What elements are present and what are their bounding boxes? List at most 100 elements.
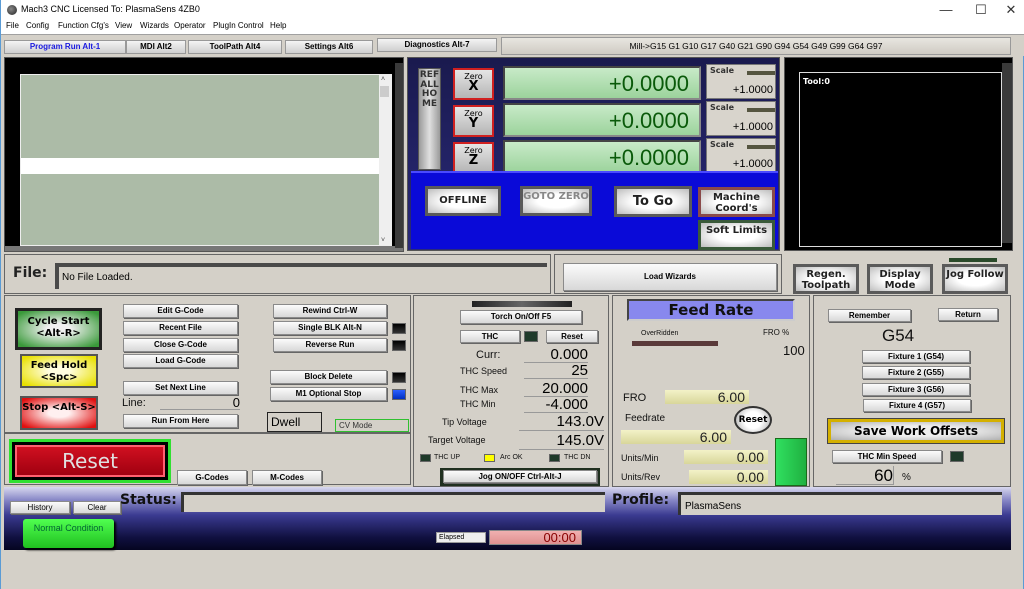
thc-dn-label: THC DN bbox=[564, 454, 591, 461]
dro-z-value[interactable]: +0.0000 bbox=[503, 140, 701, 174]
goto-zero-button[interactable]: GOTO ZERO bbox=[520, 186, 592, 216]
scroll-up-icon[interactable]: ˄ bbox=[381, 76, 385, 83]
thc-min-value[interactable]: -4.000 bbox=[524, 396, 588, 413]
profile-label: Profile: bbox=[612, 492, 670, 508]
elapsed-time: 00:00 bbox=[489, 530, 582, 545]
thc-reset-button[interactable]: Reset bbox=[546, 330, 598, 343]
menu-plugin-control[interactable]: PlugIn Control bbox=[213, 21, 264, 30]
line-number-field[interactable]: 0 bbox=[160, 395, 240, 410]
menu-file[interactable]: File bbox=[6, 21, 19, 30]
thc-led bbox=[524, 331, 538, 342]
close-button[interactable]: ✕ bbox=[996, 2, 1024, 18]
offline-button[interactable]: OFFLINE bbox=[425, 186, 501, 216]
scale-z-value[interactable]: +1.0000 bbox=[733, 158, 773, 170]
window-title: Mach3 CNC Licensed To: PlasmaSens 4ZB0 bbox=[21, 4, 200, 14]
tab-program-run[interactable]: Program Run Alt-1 bbox=[4, 40, 126, 54]
tab-diagnostics[interactable]: Diagnostics Alt-7 bbox=[377, 38, 497, 52]
gcode-display-frame: ˄ ˅ bbox=[4, 57, 404, 252]
feed-reset-button[interactable]: Reset bbox=[734, 406, 772, 434]
menu-function-cfgs[interactable]: Function Cfg's bbox=[58, 21, 109, 30]
stop-button[interactable]: Stop <Alt-S> bbox=[20, 396, 98, 430]
file-label: File: bbox=[13, 265, 48, 281]
reverse-run-button[interactable]: Reverse Run bbox=[273, 338, 387, 352]
ref-all-home-label: REF ALL HOME bbox=[419, 70, 440, 109]
target-voltage-value[interactable]: 145.0V bbox=[519, 432, 604, 450]
scroll-thumb[interactable] bbox=[380, 86, 389, 97]
torch-led bbox=[472, 301, 572, 307]
block-delete-button[interactable]: Block Delete bbox=[270, 370, 387, 384]
jog-toggle-button[interactable]: Jog ON/OFF Ctrl-Alt-J bbox=[443, 470, 597, 483]
to-go-button[interactable]: To Go bbox=[614, 186, 692, 217]
soft-limits-button[interactable]: Soft Limits bbox=[698, 220, 775, 250]
edit-gcode-button[interactable]: Edit G-Code bbox=[123, 304, 238, 318]
menu-wizards[interactable]: Wizards bbox=[140, 21, 169, 30]
menu-help[interactable]: Help bbox=[270, 21, 286, 30]
feedrate-value[interactable]: 6.00 bbox=[621, 430, 731, 444]
dro-y-value[interactable]: +0.0000 bbox=[503, 103, 701, 137]
cycle-start-button[interactable]: Cycle Start <Alt-R> bbox=[15, 308, 102, 350]
load-wizards-button[interactable]: Load Wizards bbox=[563, 263, 777, 291]
thc-panel: Torch On/Off F5 THC Reset Curr: 0.000 TH… bbox=[413, 295, 609, 487]
tab-mdi[interactable]: MDI Alt2 bbox=[126, 40, 186, 54]
feed-hold-button[interactable]: Feed Hold <Spc> bbox=[20, 354, 98, 388]
tab-toolpath[interactable]: ToolPath Alt4 bbox=[188, 40, 282, 54]
menu-operator[interactable]: Operator bbox=[174, 21, 206, 30]
fro-value[interactable]: 6.00 bbox=[665, 390, 749, 404]
thc-min-speed-button[interactable]: THC Min Speed bbox=[832, 450, 942, 463]
clear-button[interactable]: Clear bbox=[73, 501, 121, 514]
save-work-offsets-button[interactable]: Save Work Offsets bbox=[828, 419, 1004, 443]
set-next-line-button[interactable]: Set Next Line bbox=[123, 381, 238, 395]
mcodes-button[interactable]: M-Codes bbox=[252, 470, 322, 485]
close-gcode-button[interactable]: Close G-Code bbox=[123, 338, 238, 352]
history-button[interactable]: History bbox=[10, 501, 70, 514]
dro-controls-area: OFFLINE GOTO ZERO To Go Machine Coord's … bbox=[411, 171, 778, 250]
fixture-1-button[interactable]: Fixture 1 (G54) bbox=[862, 350, 970, 363]
maximize-button[interactable]: ☐ bbox=[966, 2, 996, 18]
regen-toolpath-button[interactable]: Regen. Toolpath bbox=[793, 264, 859, 294]
gcode-listing[interactable]: ˄ ˅ bbox=[20, 74, 392, 246]
fixture-4-button[interactable]: Fixture 4 (G57) bbox=[863, 399, 971, 412]
load-gcode-button[interactable]: Load G-Code bbox=[123, 354, 238, 368]
torch-button[interactable]: Torch On/Off F5 bbox=[460, 310, 582, 324]
zero-y-button[interactable]: Zero Y bbox=[453, 105, 494, 137]
gcodes-button[interactable]: G-Codes bbox=[177, 470, 247, 485]
machine-coords-button[interactable]: Machine Coord's bbox=[698, 187, 775, 217]
thc-dn-led bbox=[549, 454, 560, 462]
fro-percent-label: FRO % bbox=[763, 328, 790, 337]
profile-value: PlasmaSens bbox=[678, 492, 1002, 515]
menu-view[interactable]: View bbox=[115, 21, 132, 30]
ref-all-home-button[interactable]: REF ALL HOME bbox=[418, 68, 441, 170]
thc-button[interactable]: THC bbox=[460, 330, 520, 343]
current-offset: G54 bbox=[882, 326, 915, 345]
scale-x-value[interactable]: +1.0000 bbox=[733, 84, 773, 96]
dro-x-value[interactable]: +0.0000 bbox=[503, 66, 701, 100]
percent-sign: % bbox=[902, 472, 911, 483]
m1-optional-stop-button[interactable]: M1 Optional Stop bbox=[270, 387, 387, 401]
thc-speed-value[interactable]: 25 bbox=[524, 362, 588, 379]
scale-y-value[interactable]: +1.0000 bbox=[733, 121, 773, 133]
menu-config[interactable]: Config bbox=[26, 21, 49, 30]
reset-button[interactable]: Reset bbox=[15, 445, 165, 477]
single-block-button[interactable]: Single BLK Alt-N bbox=[273, 321, 387, 335]
zero-x-button[interactable]: Zero X bbox=[453, 68, 494, 100]
display-mode-button[interactable]: Display Mode bbox=[867, 264, 933, 294]
rewind-button[interactable]: Rewind Ctrl-W bbox=[273, 304, 387, 318]
recent-file-button[interactable]: Recent File bbox=[123, 321, 238, 335]
jog-follow-button[interactable]: Jog Follow bbox=[942, 264, 1008, 294]
return-button[interactable]: Return bbox=[938, 308, 998, 321]
zero-z-button[interactable]: Zero Z bbox=[453, 142, 494, 174]
thc-max-value[interactable]: 20.000 bbox=[524, 380, 588, 397]
remember-button[interactable]: Remember bbox=[828, 309, 911, 322]
minimize-button[interactable]: — bbox=[931, 2, 961, 17]
feed-rate-title: Feed Rate bbox=[627, 299, 795, 321]
thc-min-speed-value[interactable]: 60 bbox=[836, 466, 894, 485]
work-offsets-panel: Remember Return G54 Fixture 1 (G54) Fixt… bbox=[813, 295, 1011, 487]
fixture-2-button[interactable]: Fixture 2 (G55) bbox=[862, 366, 970, 379]
fixture-3-button[interactable]: Fixture 3 (G56) bbox=[862, 383, 970, 396]
tab-settings[interactable]: Settings Alt6 bbox=[285, 40, 373, 54]
toolpath-view[interactable]: Tool:0 bbox=[799, 72, 1002, 247]
run-from-here-button[interactable]: Run From Here bbox=[123, 414, 238, 428]
gcode-scrollbar[interactable]: ˄ ˅ bbox=[379, 75, 391, 245]
scroll-down-icon[interactable]: ˅ bbox=[381, 237, 385, 244]
feed-rate-panel: Feed Rate OverRidden FRO % 100 FRO 6.00 … bbox=[612, 295, 810, 487]
